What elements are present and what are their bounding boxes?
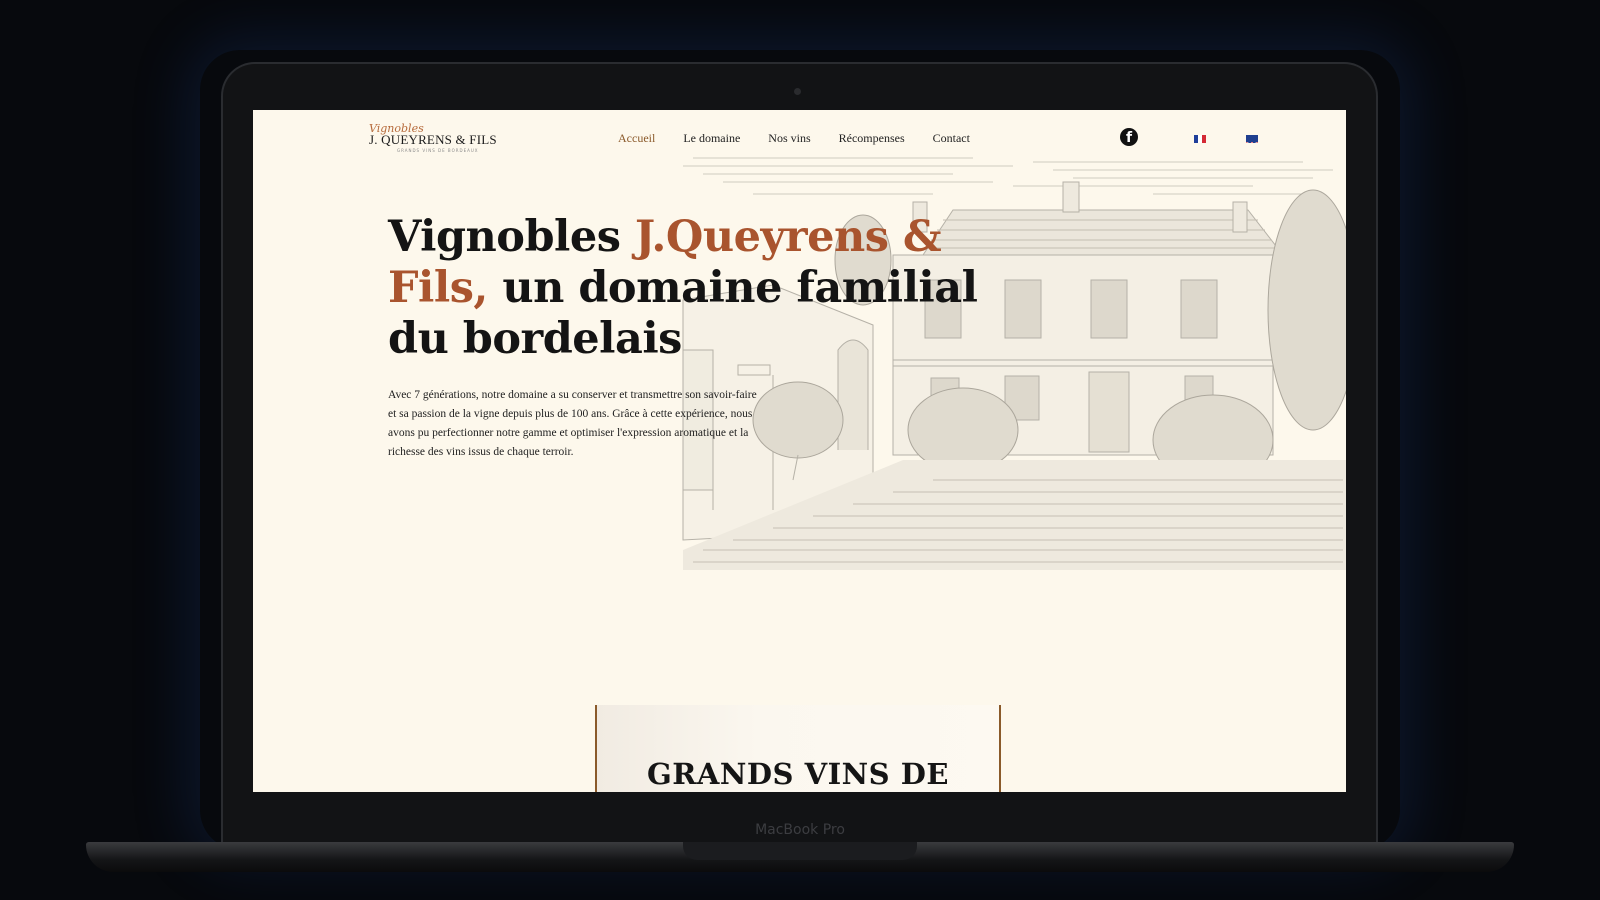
logo-main-text: J. QUEYRENS & FILS (369, 132, 497, 147)
site-logo[interactable]: Vignobles J. QUEYRENS & FILS GRANDS VINS… (369, 122, 497, 158)
hero-description: Avec 7 générations, notre domaine a su c… (388, 389, 757, 458)
browser-viewport: Vignobles J. QUEYRENS & FILS GRANDS VINS… (253, 110, 1346, 792)
hero-title-part1: Vignobles (388, 212, 635, 262)
wines-section-card: GRANDS VINS DE (595, 705, 1001, 792)
section-title: GRANDS VINS DE (647, 757, 949, 791)
camera (794, 88, 801, 95)
device-brand-label: MacBook Pro (755, 822, 845, 838)
nav-item-le-domaine[interactable]: Le domaine (683, 131, 740, 146)
nav-item-recompenses[interactable]: Récompenses (839, 131, 905, 146)
hero-title: Vignobles J.Queyrens & Fils, un domaine … (388, 212, 1008, 365)
nav-item-accueil[interactable]: Accueil (618, 131, 655, 146)
logo-sub-text: GRANDS VINS DE BORDEAUX (397, 148, 479, 153)
laptop-notch (683, 842, 917, 860)
nav-item-contact[interactable]: Contact (933, 131, 970, 146)
nav-item-nos-vins[interactable]: Nos vins (768, 131, 810, 146)
facebook-icon[interactable]: f (1120, 128, 1138, 146)
flag-gb-icon[interactable] (1246, 135, 1258, 143)
main-nav: Accueil Le domaine Nos vins Récompenses … (618, 131, 998, 146)
flag-fr-icon[interactable] (1194, 135, 1206, 143)
